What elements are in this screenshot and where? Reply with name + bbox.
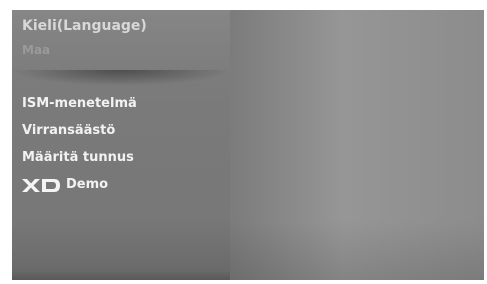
top-menu-group: Kieli(Language) Maa xyxy=(12,10,230,70)
menu-item-power-saving[interactable]: Virransäästö xyxy=(22,123,115,139)
menu-item-ism[interactable]: ISM-menetelmä xyxy=(22,96,137,112)
menu-item-set-id[interactable]: Määritä tunnus xyxy=(22,150,134,166)
panel-bottom-shade xyxy=(12,270,230,280)
menu-item-language[interactable]: Kieli(Language) xyxy=(22,18,147,34)
xd-logo-icon xyxy=(22,178,60,192)
menu-item-demo-label: Demo xyxy=(66,177,109,192)
menu-item-dimmed: Maa xyxy=(22,43,51,57)
menu-item-xd-demo[interactable]: Demo xyxy=(22,177,108,193)
setup-menu-panel: Kieli(Language) Maa ISM-menetelmä Virran… xyxy=(12,10,230,280)
menu-divider xyxy=(12,70,230,86)
tv-screen: Kieli(Language) Maa ISM-menetelmä Virran… xyxy=(12,10,484,280)
